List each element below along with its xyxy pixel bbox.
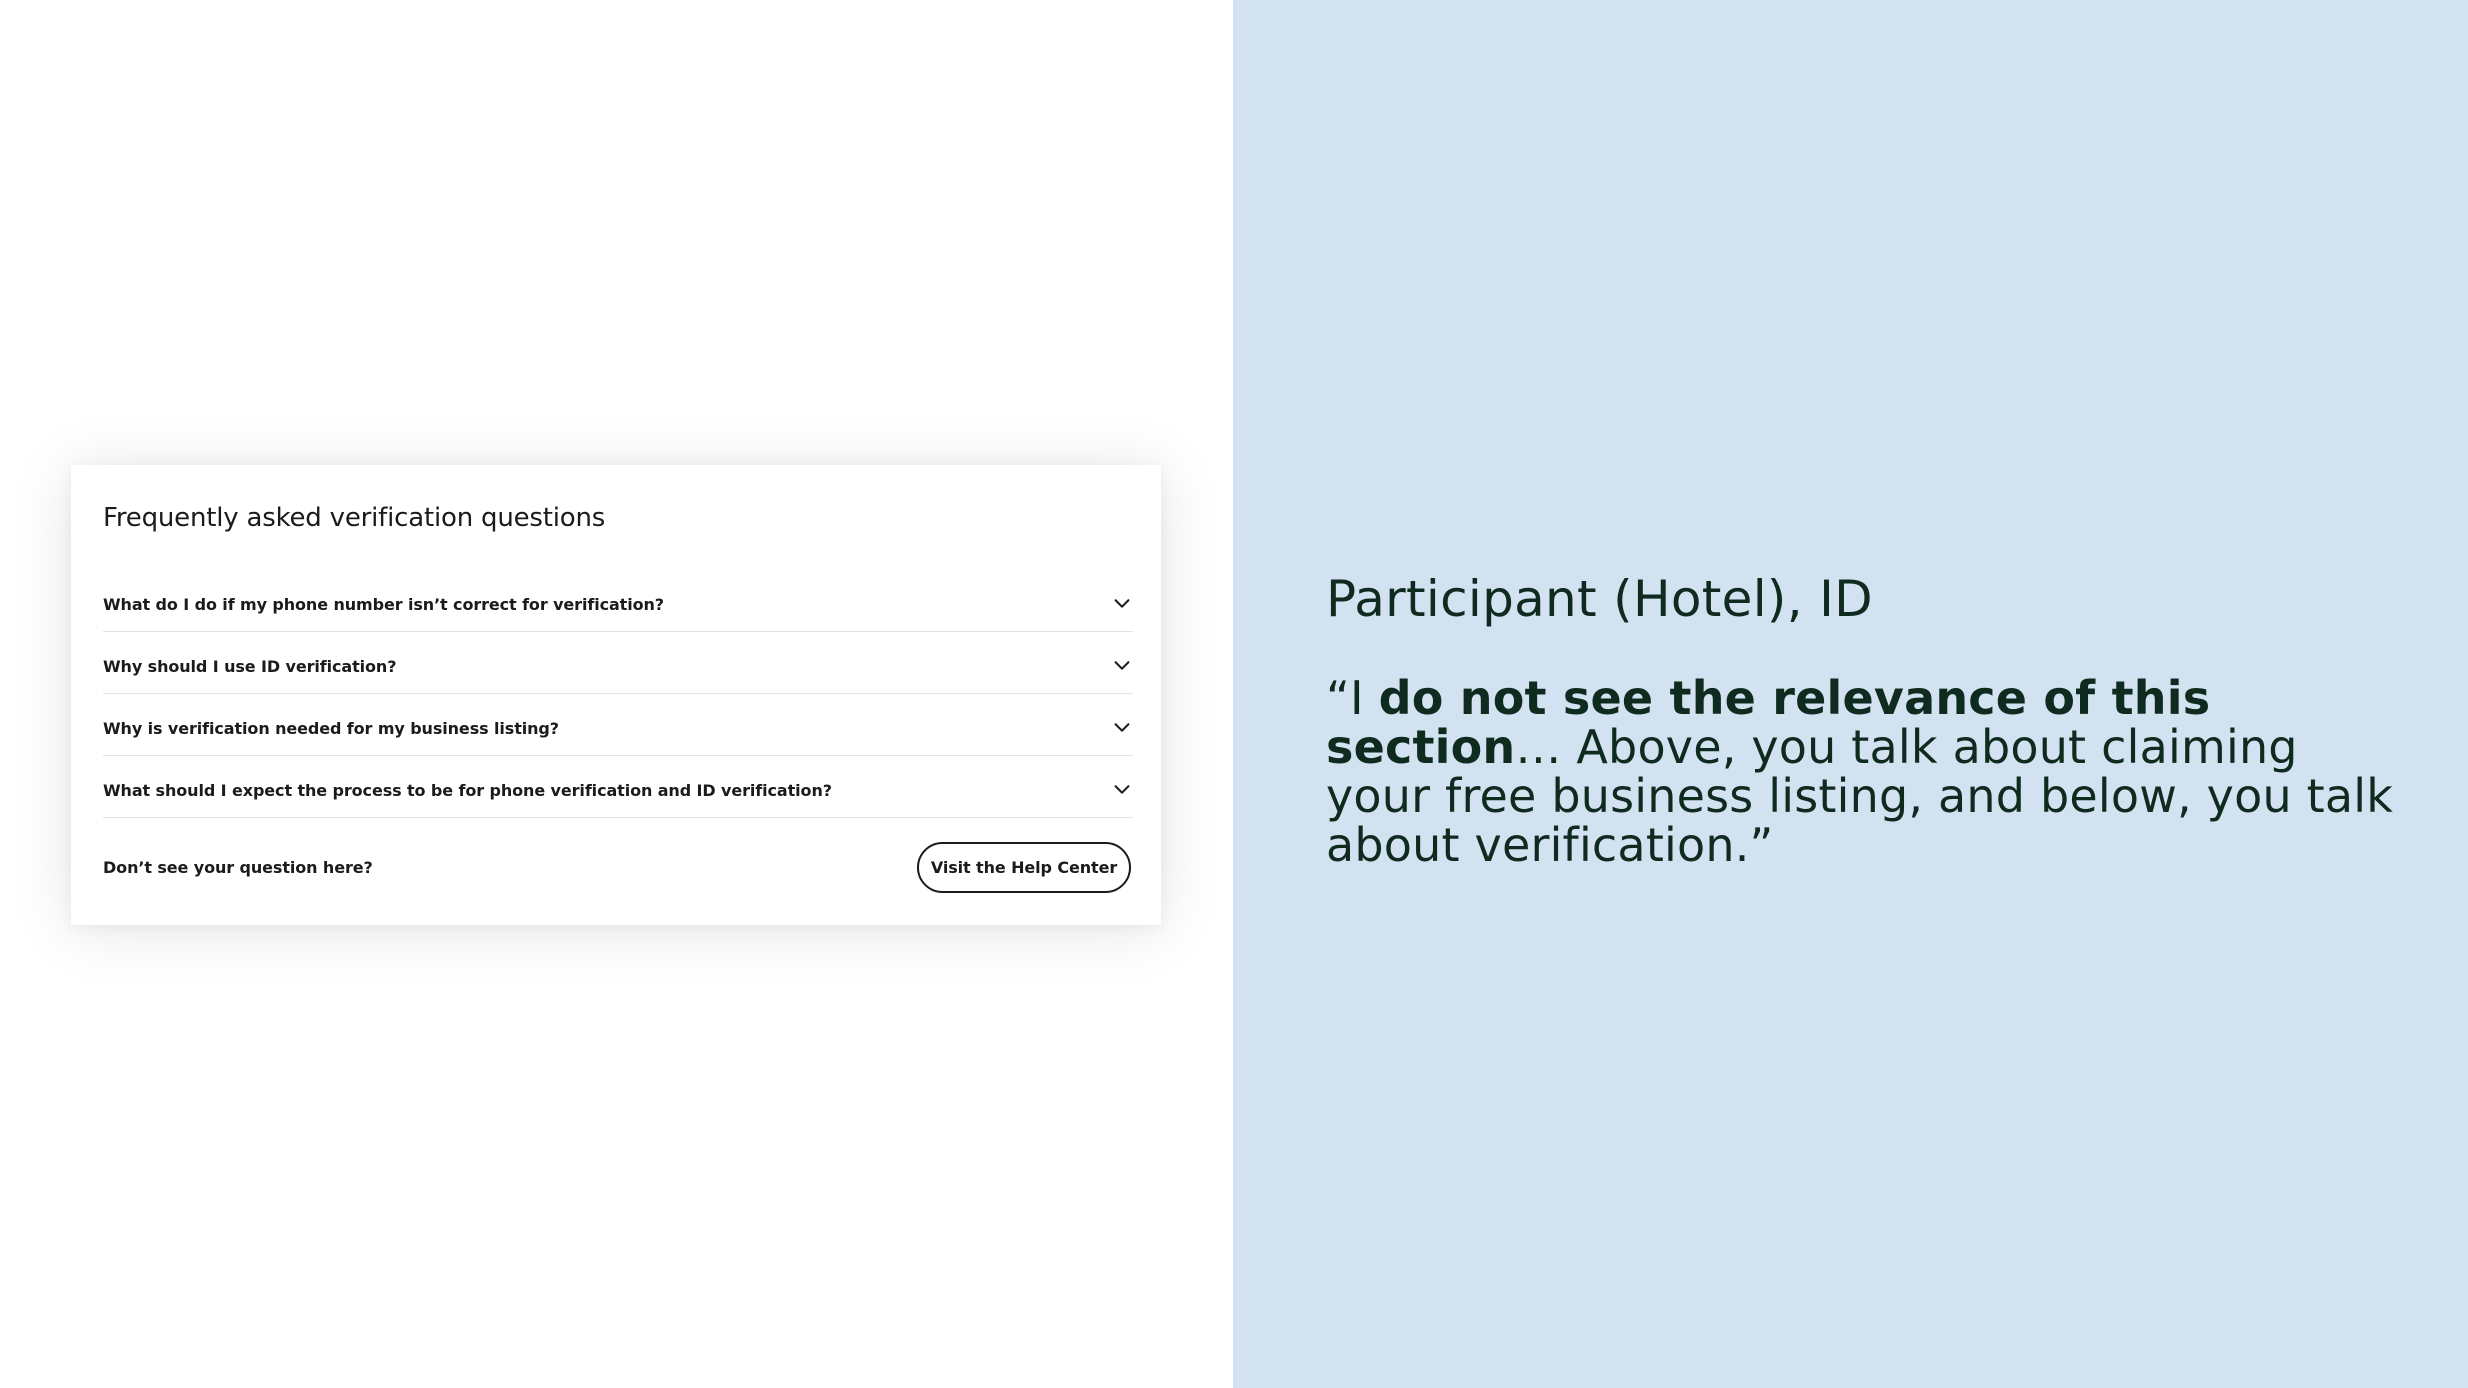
participant-label: Participant (Hotel), ID — [1326, 570, 1873, 628]
faq-item-id-verification[interactable]: Why should I use ID verification? — [103, 632, 1133, 694]
faq-question: Why is verification needed for my busine… — [103, 719, 559, 738]
faq-question: What do I do if my phone number isn’t co… — [103, 595, 664, 614]
faq-question: What should I expect the process to be f… — [103, 781, 832, 800]
chevron-down-icon[interactable] — [1111, 592, 1133, 614]
faq-item-phone-number[interactable]: What do I do if my phone number isn’t co… — [103, 570, 1133, 632]
chevron-down-icon[interactable] — [1111, 654, 1133, 676]
faq-footer-text: Don’t see your question here? — [103, 858, 373, 877]
faq-card: Frequently asked verification questions … — [71, 465, 1161, 925]
faq-question: Why should I use ID verification? — [103, 657, 397, 676]
left-pane: Frequently asked verification questions … — [0, 0, 1233, 1388]
quote-open: “I — [1326, 671, 1379, 725]
faq-item-process-expectation[interactable]: What should I expect the process to be f… — [103, 756, 1133, 818]
visit-help-center-button[interactable]: Visit the Help Center — [917, 842, 1131, 893]
chevron-down-icon[interactable] — [1111, 778, 1133, 800]
faq-list: What do I do if my phone number isn’t co… — [103, 570, 1133, 818]
faq-item-why-verification[interactable]: Why is verification needed for my busine… — [103, 694, 1133, 756]
participant-quote: “I do not see the relevance of this sect… — [1326, 674, 2406, 870]
faq-title: Frequently asked verification questions — [103, 503, 606, 533]
chevron-down-icon[interactable] — [1111, 716, 1133, 738]
